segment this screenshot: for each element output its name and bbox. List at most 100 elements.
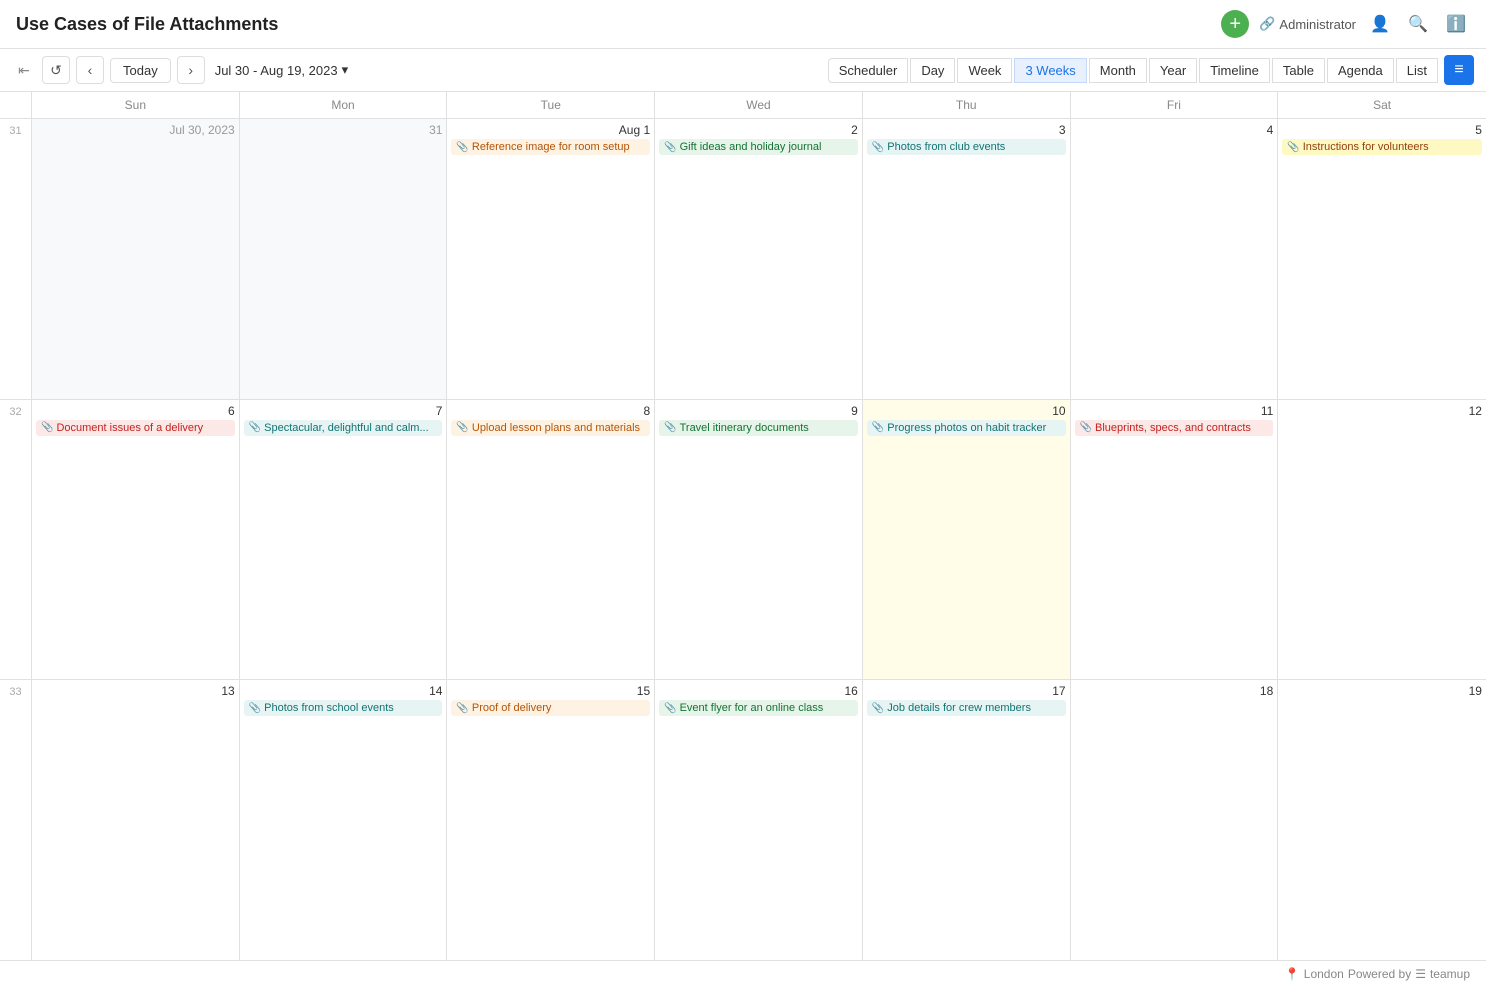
calendar-header: Sun Mon Tue Wed Thu Fri Sat [0,92,1486,119]
event-gift-ideas[interactable]: 📎 Gift ideas and holiday journal [659,139,858,155]
day-num: 19 [1282,684,1482,698]
view-week[interactable]: Week [957,58,1012,83]
event-upload-lesson[interactable]: 📎 Upload lesson plans and materials [451,420,650,436]
day-num: 14 [244,684,443,698]
menu-button[interactable]: ≡ [1444,55,1474,85]
cell-aug5[interactable]: 5 📎 Instructions for volunteers [1278,119,1486,399]
search-button[interactable]: 🔍 [1404,10,1432,38]
event-proof-delivery[interactable]: 📎 Proof of delivery [451,700,650,716]
attachment-icon: 📎 [664,142,676,153]
event-document-issues[interactable]: 📎 Document issues of a delivery [36,420,235,436]
week-num-32: 32 [0,400,32,680]
day-num: 2 [659,123,858,137]
day-num: 16 [659,684,858,698]
event-progress-photos[interactable]: 📎 Progress photos on habit tracker [867,420,1066,436]
view-switcher: Scheduler Day Week 3 Weeks Month Year Ti… [828,55,1474,85]
attachment-icon: 📎 [664,703,676,714]
cell-aug4[interactable]: 4 [1071,119,1279,399]
attachment-icon: 📎 [872,422,884,433]
view-timeline[interactable]: Timeline [1199,58,1270,83]
add-button[interactable]: + [1221,10,1249,38]
today-button[interactable]: Today [110,58,171,83]
attachment-icon: 📎 [1287,142,1299,153]
cell-aug10[interactable]: 10 📎 Progress photos on habit tracker [863,400,1071,680]
date-range[interactable]: Jul 30 - Aug 19, 2023 ▾ [215,62,348,78]
attachment-icon: 📎 [249,422,261,433]
cell-aug15[interactable]: 15 📎 Proof of delivery [447,680,655,960]
day-num: 4 [1075,123,1274,137]
cell-jul30[interactable]: Jul 30, 2023 [32,119,240,399]
header-mon: Mon [240,92,448,118]
day-num: 6 [36,404,235,418]
cell-aug9[interactable]: 9 📎 Travel itinerary documents [655,400,863,680]
day-num: 5 [1282,123,1482,137]
footer: 📍 London Powered by ☰ teamup [0,960,1486,987]
cell-aug6[interactable]: 6 📎 Document issues of a delivery [32,400,240,680]
attachment-icon: 📎 [456,142,468,153]
event-text: Blueprints, specs, and contracts [1095,422,1251,434]
week-num-33: 33 [0,680,32,960]
event-text: Progress photos on habit tracker [887,422,1046,434]
refresh-button[interactable]: ↺ [42,56,70,84]
event-instructions-volunteers[interactable]: 📎 Instructions for volunteers [1282,139,1482,155]
cell-aug7[interactable]: 7 📎 Spectacular, delightful and calm... [240,400,448,680]
event-text: Gift ideas and holiday journal [680,141,822,153]
chevron-down-icon: ▾ [342,62,349,78]
attachment-icon: 📎 [872,142,884,153]
view-month[interactable]: Month [1089,58,1147,83]
cell-aug3[interactable]: 3 📎 Photos from club events [863,119,1071,399]
event-travel-itinerary[interactable]: 📎 Travel itinerary documents [659,420,858,436]
view-year[interactable]: Year [1149,58,1197,83]
event-reference-image[interactable]: 📎 Reference image for room setup [451,139,650,155]
cell-aug1[interactable]: Aug 1 📎 Reference image for room setup [447,119,655,399]
cell-aug14[interactable]: 14 📎 Photos from school events [240,680,448,960]
collapse-button[interactable]: ⇤ [12,58,36,82]
cell-aug8[interactable]: 8 📎 Upload lesson plans and materials [447,400,655,680]
cell-aug13[interactable]: 13 [32,680,240,960]
event-blueprints[interactable]: 📎 Blueprints, specs, and contracts [1075,420,1274,436]
event-job-details[interactable]: 📎 Job details for crew members [867,700,1066,716]
admin-label[interactable]: 🔗 Administrator [1259,16,1356,32]
view-3weeks[interactable]: 3 Weeks [1014,58,1086,83]
event-text: Proof of delivery [472,702,551,714]
day-num: 3 [867,123,1066,137]
info-button[interactable]: ℹ️ [1442,10,1470,38]
prev-button[interactable]: ‹ [76,56,104,84]
event-text: Photos from school events [264,702,394,714]
next-button[interactable]: › [177,56,205,84]
nav-arrows: ‹ [76,56,104,84]
calendar-row-1: 31 Jul 30, 2023 31 Aug 1 📎 Reference ima… [0,119,1486,400]
view-day[interactable]: Day [910,58,955,83]
cell-aug17[interactable]: 17 📎 Job details for crew members [863,680,1071,960]
footer-location: London [1304,967,1344,981]
event-spectacular[interactable]: 📎 Spectacular, delightful and calm... [244,420,443,436]
calendar: Sun Mon Tue Wed Thu Fri Sat 31 Jul 30, 2… [0,92,1486,960]
event-text: Upload lesson plans and materials [472,422,640,434]
week-num-31: 31 [0,119,32,399]
event-event-flyer[interactable]: 📎 Event flyer for an online class [659,700,858,716]
cell-aug12[interactable]: 12 [1278,400,1486,680]
view-table[interactable]: Table [1272,58,1325,83]
day-num: 9 [659,404,858,418]
cell-jul31[interactable]: 31 [240,119,448,399]
cell-aug18[interactable]: 18 [1071,680,1279,960]
day-num: 31 [244,123,443,137]
event-text: Photos from club events [887,141,1005,153]
event-photos-school[interactable]: 📎 Photos from school events [244,700,443,716]
attachment-icon: 📎 [872,703,884,714]
view-scheduler[interactable]: Scheduler [828,58,909,83]
cell-aug11[interactable]: 11 📎 Blueprints, specs, and contracts [1071,400,1279,680]
event-photos-club[interactable]: 📎 Photos from club events [867,139,1066,155]
view-list[interactable]: List [1396,58,1438,83]
cell-aug19[interactable]: 19 [1278,680,1486,960]
event-text: Instructions for volunteers [1303,141,1429,153]
day-num: 18 [1075,684,1274,698]
view-agenda[interactable]: Agenda [1327,58,1394,83]
day-num: 15 [451,684,650,698]
week-header-empty [0,92,32,118]
profile-icon[interactable]: 👤 [1366,10,1394,38]
day-num: 11 [1075,404,1274,418]
cell-aug16[interactable]: 16 📎 Event flyer for an online class [655,680,863,960]
cell-aug2[interactable]: 2 📎 Gift ideas and holiday journal [655,119,863,399]
attachment-icon: 📎 [456,703,468,714]
